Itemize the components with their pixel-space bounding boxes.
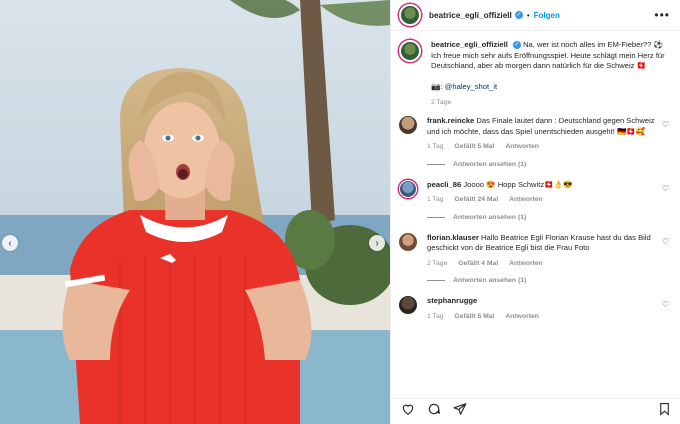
comment: florian.klauser Hallo Beatrice Egli Flor… <box>399 232 669 270</box>
photo-illustration <box>0 0 390 424</box>
reply-button[interactable]: Antworten <box>509 260 543 267</box>
chevron-left-icon[interactable]: ‹ <box>2 235 18 251</box>
commenter-avatar[interactable] <box>399 232 417 251</box>
chevron-right-icon[interactable]: › <box>369 235 385 251</box>
commenter-avatar[interactable] <box>399 116 417 134</box>
action-bar <box>391 398 680 424</box>
heart-icon[interactable]: ♡ <box>662 120 669 153</box>
caption-time: 2 Tage <box>431 98 452 106</box>
separator-dot: • <box>526 10 530 20</box>
comment-time: 1 Tag <box>427 143 444 150</box>
caption-text-line1: Na, wer ist noch alles im EM-Fieber?? ⚽ <box>523 40 663 49</box>
instagram-post-view: ‹ › beatrice_egli_offiziell ✓ • Folgen •… <box>0 0 680 424</box>
follow-button[interactable]: Folgen <box>534 11 560 20</box>
comment: frank.reincke Das Finale lautet dann : D… <box>399 116 669 153</box>
comment-text: Joooo 😍 Hopp Schwitz🇨🇭👌😎 <box>463 179 573 189</box>
comment-time: 1 Tag <box>427 196 444 203</box>
heart-icon[interactable] <box>401 402 415 421</box>
comment-username[interactable]: peacli_86 <box>427 180 461 189</box>
comment-likes[interactable]: Gefällt 5 Mal <box>454 143 494 150</box>
commenter-avatar[interactable] <box>399 179 417 198</box>
commenter-avatar[interactable] <box>399 296 417 314</box>
post-header: beatrice_egli_offiziell ✓ • Folgen ••• <box>391 0 680 31</box>
view-replies-button[interactable]: Antworten ansehen (1) <box>427 277 669 284</box>
heart-icon[interactable]: ♡ <box>662 300 669 322</box>
author-username[interactable]: beatrice_egli_offiziell <box>429 11 512 20</box>
view-replies-button[interactable]: Antworten ansehen (1) <box>427 214 669 221</box>
bookmark-icon[interactable] <box>658 402 671 421</box>
caption-mention[interactable]: 📷: @haley_shot_it <box>431 82 497 91</box>
heart-icon[interactable]: ♡ <box>662 184 669 206</box>
post-side-panel: beatrice_egli_offiziell ✓ • Folgen ••• b… <box>390 0 680 424</box>
reply-button[interactable]: Antworten <box>505 143 539 150</box>
comments-list[interactable]: beatrice_egli_offiziell ✓ Na, wer ist no… <box>391 32 680 392</box>
comment-time: 2 Tage <box>427 259 448 267</box>
caption-username[interactable]: beatrice_egli_offiziell <box>431 40 508 49</box>
caption: beatrice_egli_offiziell ✓ Na, wer ist no… <box>399 40 669 108</box>
caption-text-line2: Ich freue mich sehr aufs Eröffnungsspiel… <box>431 50 665 71</box>
verified-badge-icon: ✓ <box>514 11 523 19</box>
comment-likes[interactable]: Gefällt 5 Mal <box>454 313 494 320</box>
caption-avatar[interactable] <box>399 40 421 62</box>
comment-username[interactable]: stephanrugge <box>427 296 477 305</box>
reply-button[interactable]: Antworten <box>505 313 539 320</box>
comment-username[interactable]: florian.klauser <box>427 233 479 242</box>
comment-likes[interactable]: Gefällt 4 Mal <box>458 260 498 267</box>
share-icon[interactable] <box>453 402 467 421</box>
heart-icon[interactable]: ♡ <box>662 237 669 270</box>
comment-username[interactable]: frank.reincke <box>427 116 474 125</box>
comment: stephanrugge 1 Tag Gefällt 5 Mal Antwort… <box>399 296 669 322</box>
post-photo[interactable]: ‹ › <box>0 0 390 424</box>
reply-button[interactable]: Antworten <box>509 196 543 203</box>
view-replies-button[interactable]: Antworten ansehen (1) <box>427 161 669 168</box>
verified-badge-icon: ✓ <box>512 41 521 49</box>
comment-icon[interactable] <box>427 402 441 421</box>
comment-likes[interactable]: Gefällt 24 Mal <box>454 196 498 203</box>
more-icon[interactable]: ••• <box>654 8 670 22</box>
author-avatar[interactable] <box>399 4 421 26</box>
comment: peacli_86 Joooo 😍 Hopp Schwitz🇨🇭👌😎 1 Tag… <box>399 179 669 206</box>
comment-time: 1 Tag <box>427 312 444 320</box>
